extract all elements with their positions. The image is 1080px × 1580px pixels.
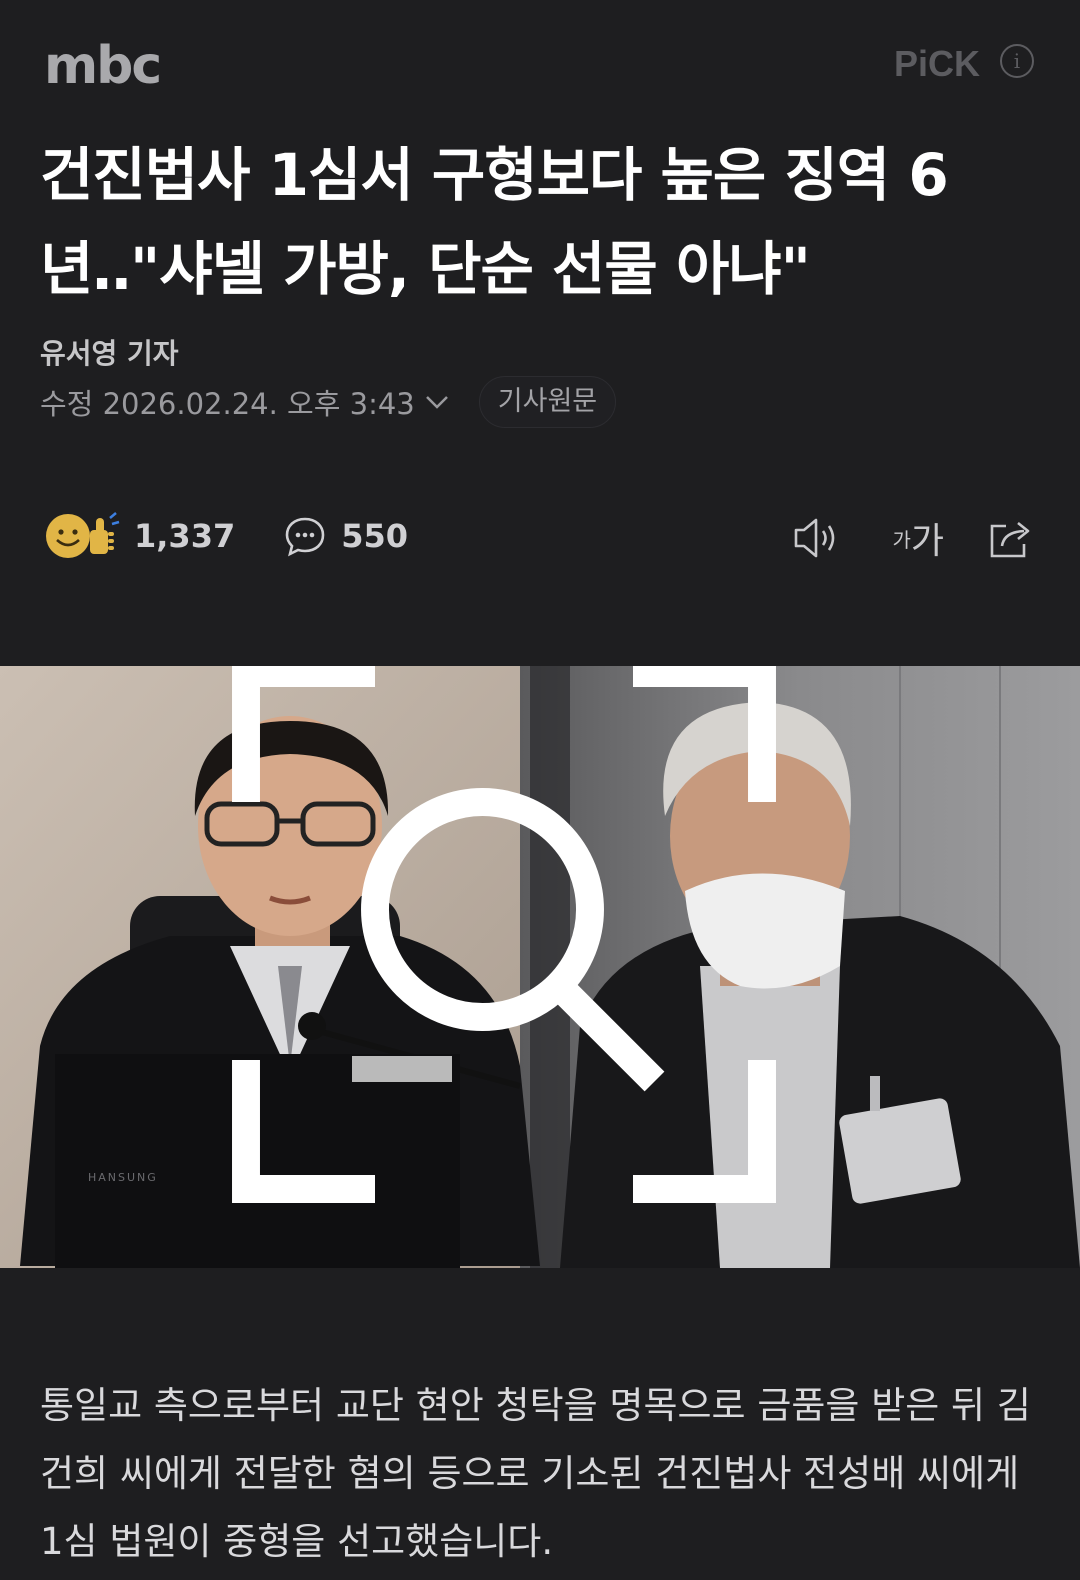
speech-bubble-icon [285,517,325,557]
comment-count: 550 [341,517,409,555]
original-article-button[interactable]: 기사원문 [478,376,617,428]
reactions-bar: 1,337 550 [44,506,408,566]
chevron-down-icon[interactable] [423,392,451,412]
info-icon[interactable]: i [1000,44,1034,78]
speaker-icon [795,518,835,558]
dateline: 수정 2026.02.24. 오후 3:43 기사원문 [40,376,617,428]
audio-button[interactable] [790,512,842,564]
font-big-label: 가 [910,521,944,562]
reaction-count: 1,337 [134,517,236,555]
comment-button[interactable]: 550 [283,514,408,558]
share-icon [990,521,1030,558]
app-header: mbc PiCK i [0,0,1080,110]
font-small-label: 가 [892,527,911,552]
font-size-button[interactable]: 가 가 [892,512,944,564]
mbc-logo[interactable]: mbc [44,38,162,94]
reporter-name[interactable]: 유서영 기자 [40,332,179,372]
article-photo[interactable]: HANSUNG [0,666,1080,1268]
share-button[interactable] [984,512,1036,564]
pick-label: PiCK [893,43,980,84]
reaction-button[interactable]: 1,337 [44,510,235,562]
date-label[interactable]: 수정 2026.02.24. 오후 3:43 [40,381,415,423]
zoom-icon[interactable] [0,666,1044,1232]
smiley-thumbs-up-icon [46,512,120,558]
article-headline: 건진법사 1심서 구형보다 높은 징역 6년‥"샤넬 가방, 단순 선물 아냐" [40,141,949,303]
article-tools: 가 가 [790,508,1036,568]
article-body: 통일교 측으로부터 교단 현안 청탁을 명목으로 금품을 받은 뒤 김건희 씨에… [40,1384,1031,1563]
